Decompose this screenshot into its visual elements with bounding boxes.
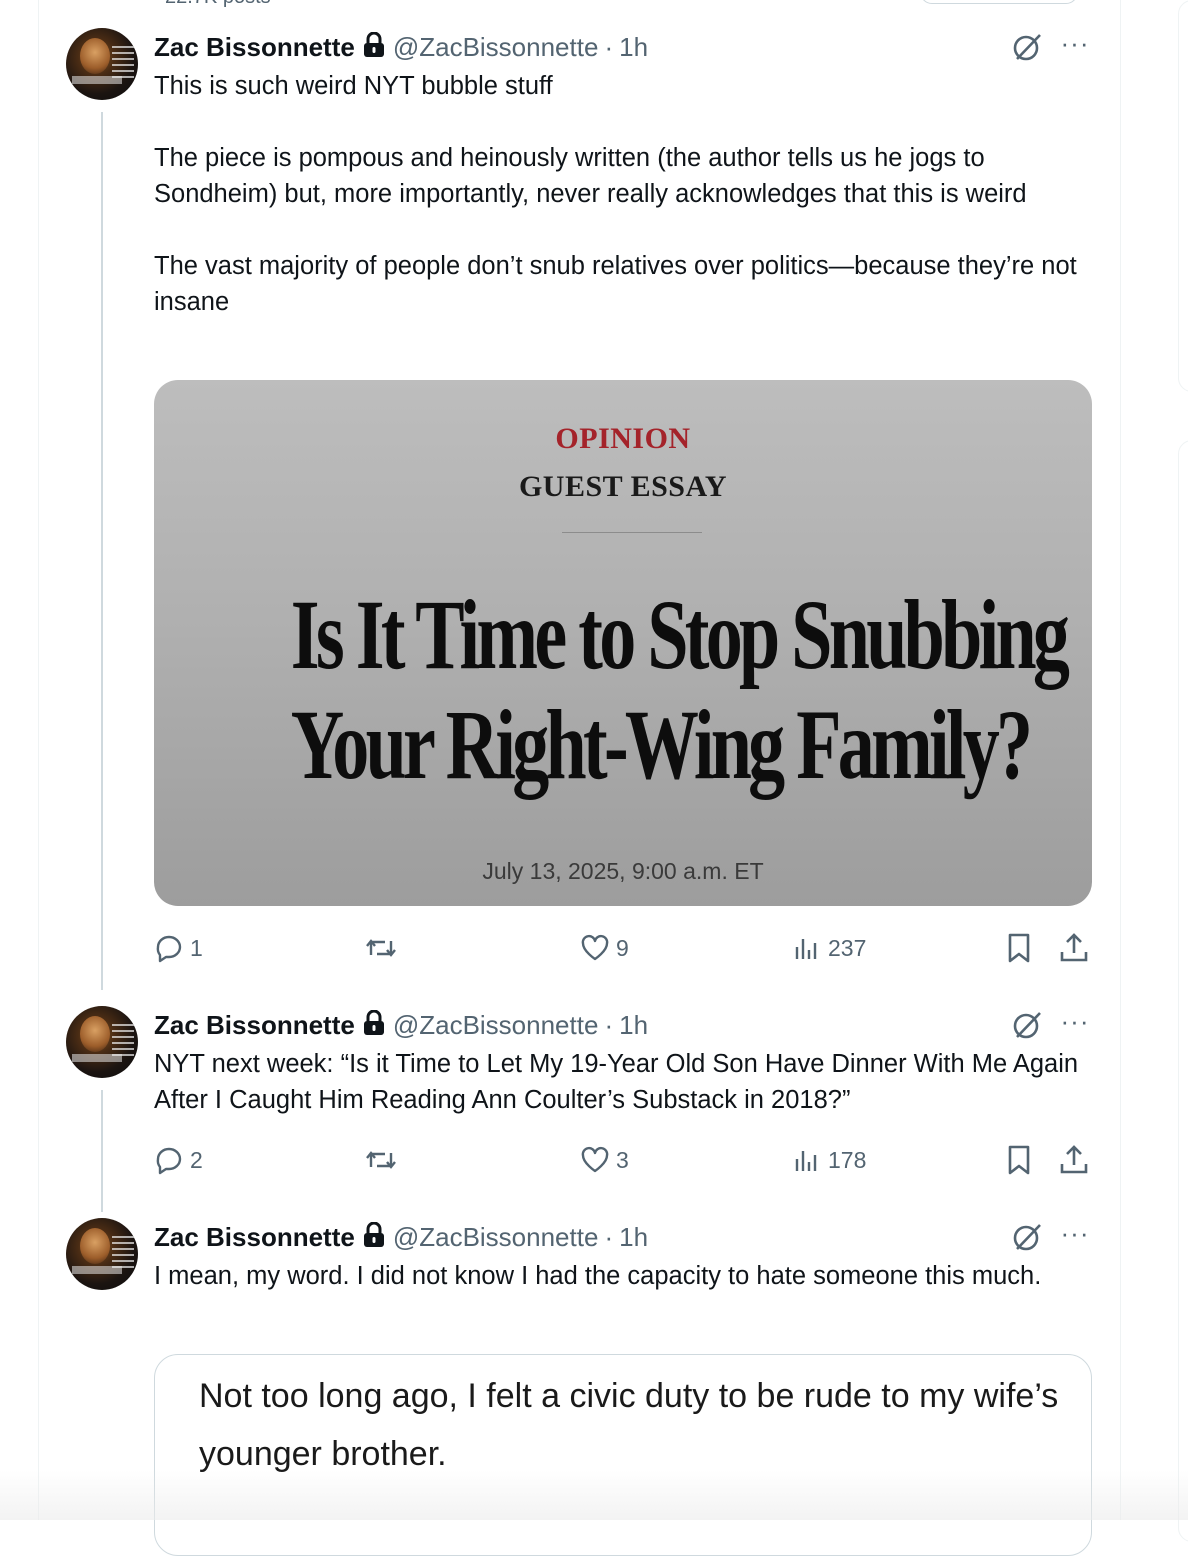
card-headline: Is It Time to Stop Snubbing Your Right-W… xyxy=(290,579,1070,800)
like-count: 3 xyxy=(616,1146,629,1173)
repost-icon xyxy=(364,1145,398,1175)
like-button[interactable]: 9 xyxy=(580,928,629,968)
tweet-paragraph: The vast majority of people don’t snub r… xyxy=(154,252,1077,316)
author-name[interactable]: Zac Bissonnette xyxy=(154,1222,355,1253)
reply-button[interactable]: 1 xyxy=(154,928,203,968)
sidebar-card xyxy=(1178,440,1188,1542)
quoted-post-text: Not too long ago, I felt a civic duty to… xyxy=(199,1377,1059,1473)
repost-button[interactable] xyxy=(364,928,404,968)
sidebar-card xyxy=(1178,0,1188,392)
avatar[interactable] xyxy=(66,1006,138,1078)
thread-line xyxy=(101,112,103,990)
top-button[interactable] xyxy=(920,0,1078,4)
reply-icon xyxy=(154,1145,184,1175)
repost-icon xyxy=(364,933,398,963)
timestamp[interactable]: 1h xyxy=(619,1222,648,1253)
views-icon xyxy=(792,933,822,963)
bookmark-icon xyxy=(1004,932,1034,964)
column-border-right xyxy=(1120,0,1121,1520)
share-icon xyxy=(1058,1144,1090,1176)
grok-icon[interactable] xyxy=(1010,1008,1044,1042)
separator-dot: · xyxy=(604,1221,614,1252)
separator-dot: · xyxy=(604,1009,614,1040)
tweet-header: Zac Bissonnette @ZacBissonnette · 1h xyxy=(154,1008,648,1042)
quoted-post-card[interactable]: Not too long ago, I felt a civic duty to… xyxy=(154,1354,1092,1556)
author-name[interactable]: Zac Bissonnette xyxy=(154,32,355,63)
tweet-paragraph: NYT next week: “Is it Time to Let My 19-… xyxy=(154,1050,1079,1114)
bookmark-icon xyxy=(1004,1144,1034,1176)
author-handle[interactable]: @ZacBissonnette xyxy=(393,1222,599,1253)
lock-icon xyxy=(363,31,385,63)
separator-dot: · xyxy=(604,31,614,62)
tweet-actions: 1 9 237 xyxy=(154,928,1094,968)
tweet-actions: 2 3 178 xyxy=(154,1140,1094,1180)
share-button[interactable] xyxy=(1058,1140,1090,1180)
tweet-header: Zac Bissonnette @ZacBissonnette · 1h xyxy=(154,1220,648,1254)
lock-icon xyxy=(363,1009,385,1041)
card-date: July 13, 2025, 9:00 a.m. ET xyxy=(482,858,764,884)
timestamp[interactable]: 1h xyxy=(619,1010,648,1041)
tweet-paragraph: The piece is pompous and heinously writt… xyxy=(154,144,1027,208)
views-icon xyxy=(792,1145,822,1175)
bookmark-button[interactable] xyxy=(1004,928,1034,968)
view-count: 237 xyxy=(828,934,867,961)
card-headline-line: Is It Time to Stop Snubbing xyxy=(290,579,1070,690)
tweet-text: This is such weird NYT bubble stuff The … xyxy=(154,68,1094,320)
article-card[interactable]: OPINION GUEST ESSAY Is It Time to Stop S… xyxy=(154,380,1092,906)
views-button[interactable]: 178 xyxy=(792,1140,866,1180)
reply-count: 1 xyxy=(190,934,203,961)
reply-button[interactable]: 2 xyxy=(154,1140,203,1180)
view-count: 178 xyxy=(828,1146,867,1173)
bookmark-button[interactable] xyxy=(1004,1140,1034,1180)
author-handle[interactable]: @ZacBissonnette xyxy=(393,1010,599,1041)
views-button[interactable]: 237 xyxy=(792,928,866,968)
more-icon[interactable]: ··· xyxy=(1058,1008,1092,1042)
tweet-paragraph: I mean, my word. I did not know I had th… xyxy=(154,1262,1042,1290)
share-button[interactable] xyxy=(1058,928,1090,968)
avatar[interactable] xyxy=(66,28,138,100)
card-kicker: OPINION xyxy=(555,422,691,455)
reply-icon xyxy=(154,933,184,963)
heart-icon xyxy=(580,1145,610,1175)
heart-icon xyxy=(580,933,610,963)
like-button[interactable]: 3 xyxy=(580,1140,629,1180)
more-icon[interactable]: ··· xyxy=(1058,1220,1092,1254)
grok-icon[interactable] xyxy=(1010,1220,1044,1254)
tweet-paragraph: This is such weird NYT bubble stuff xyxy=(154,72,553,100)
card-section: GUEST ESSAY xyxy=(518,470,728,503)
more-icon[interactable]: ··· xyxy=(1058,30,1092,64)
share-icon xyxy=(1058,932,1090,964)
timestamp[interactable]: 1h xyxy=(619,32,648,63)
repost-button[interactable] xyxy=(364,1140,404,1180)
lock-icon xyxy=(363,1221,385,1253)
like-count: 9 xyxy=(616,934,629,961)
card-headline-line: Your Right-Wing Family? xyxy=(290,689,1033,800)
avatar[interactable] xyxy=(66,1218,138,1290)
card-divider xyxy=(562,532,702,533)
bottom-fade xyxy=(0,1470,1188,1520)
thread-line xyxy=(101,1090,103,1212)
column-border-left xyxy=(38,0,39,1520)
tweet-text: I mean, my word. I did not know I had th… xyxy=(154,1258,1094,1294)
grok-icon[interactable] xyxy=(1010,30,1044,64)
reply-count: 2 xyxy=(190,1146,203,1173)
author-name[interactable]: Zac Bissonnette xyxy=(154,1010,355,1041)
posts-count-label: 22.7K posts xyxy=(165,0,271,9)
author-handle[interactable]: @ZacBissonnette xyxy=(393,32,599,63)
tweet-text: NYT next week: “Is it Time to Let My 19-… xyxy=(154,1046,1094,1118)
tweet-header: Zac Bissonnette @ZacBissonnette · 1h xyxy=(154,30,648,64)
